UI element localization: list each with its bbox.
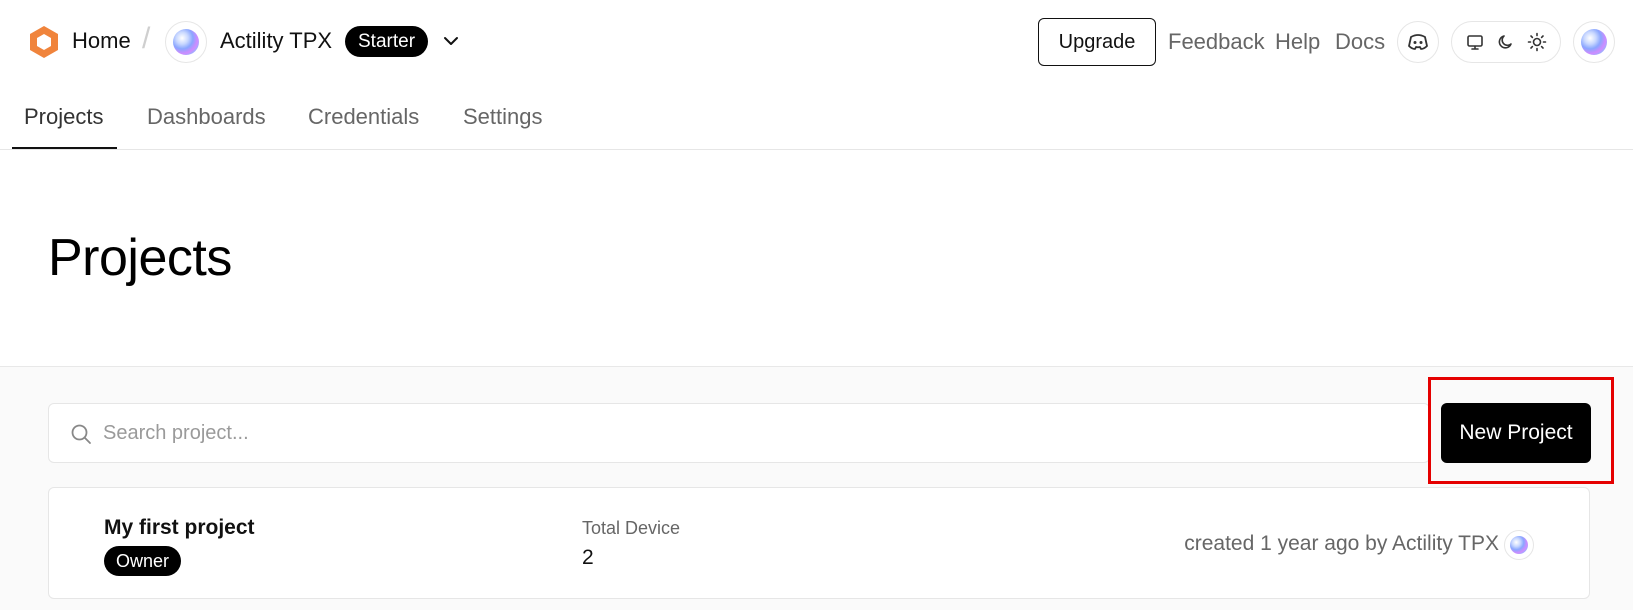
docs-link[interactable]: Docs: [1335, 29, 1385, 55]
new-project-button[interactable]: New Project: [1441, 403, 1591, 463]
org-name[interactable]: Actility TPX: [220, 28, 332, 54]
created-info: created 1 year ago by Actility TPX: [1184, 532, 1499, 555]
theme-switcher: [1451, 21, 1561, 63]
moon-icon: [1498, 35, 1512, 49]
hexagon-logo-icon[interactable]: [26, 24, 62, 60]
theme-light-button[interactable]: [1523, 28, 1551, 56]
sun-icon: [1527, 32, 1546, 52]
top-header: Home / Actility TPX Starter Upgrade Feed…: [0, 0, 1633, 84]
feedback-link[interactable]: Feedback: [1168, 29, 1265, 55]
page-title: Projects: [48, 229, 232, 287]
plan-badge: Starter: [345, 26, 429, 57]
discord-button[interactable]: [1397, 21, 1439, 63]
stat-value: 2: [582, 546, 594, 569]
tab-credentials[interactable]: Credentials: [308, 104, 419, 130]
project-name[interactable]: My first project: [104, 516, 255, 540]
search-icon: [71, 424, 91, 444]
theme-dark-button[interactable]: [1492, 28, 1520, 56]
search-input[interactable]: [103, 404, 1403, 462]
search-box: [48, 403, 1430, 463]
breadcrumb-separator: /: [142, 22, 151, 55]
help-link[interactable]: Help: [1275, 29, 1320, 55]
upgrade-button[interactable]: Upgrade: [1038, 18, 1156, 66]
active-tab-indicator: [12, 147, 117, 149]
tab-settings[interactable]: Settings: [463, 104, 543, 130]
discord-icon: [1408, 34, 1428, 50]
home-link[interactable]: Home: [72, 28, 131, 54]
user-avatar[interactable]: [1573, 21, 1615, 63]
tab-bar: Projects Dashboards Credentials Settings: [0, 84, 1633, 150]
projects-content: New Project My first project Owner Total…: [0, 366, 1633, 610]
tab-projects[interactable]: Projects: [24, 104, 103, 130]
creator-avatar: [1504, 530, 1534, 560]
monitor-icon: [1467, 35, 1484, 50]
stat-label: Total Device: [582, 518, 681, 538]
theme-system-button[interactable]: [1461, 28, 1489, 56]
org-avatar[interactable]: [165, 21, 207, 63]
tab-dashboards[interactable]: Dashboards: [147, 104, 266, 130]
project-card[interactable]: My first project Owner Total Device 2 cr…: [48, 487, 1590, 599]
role-badge: Owner: [104, 546, 182, 576]
chevron-down-icon[interactable]: [440, 30, 462, 52]
